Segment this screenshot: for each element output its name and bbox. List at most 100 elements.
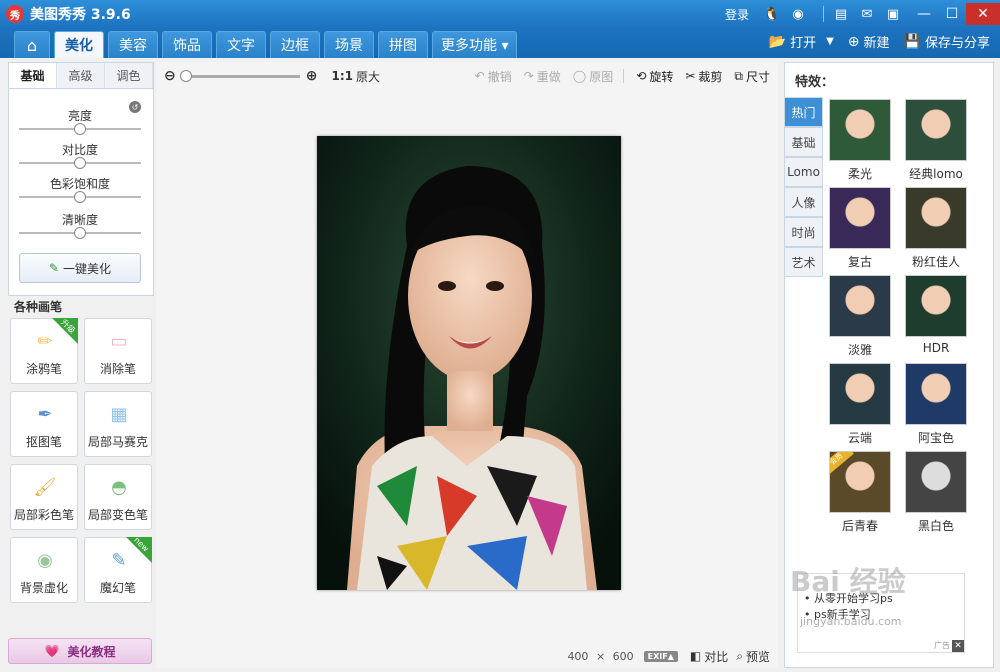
cutout-pen-icon: ✒ xyxy=(37,403,53,425)
effect-thumbnail[interactable]: 会员 xyxy=(829,451,891,513)
actual-size-label[interactable]: 原大 xyxy=(356,68,380,85)
preview-button[interactable]: ⌕ 预览 xyxy=(736,648,770,665)
subtab-2[interactable]: 调色 xyxy=(105,63,153,88)
effect-category-tab[interactable]: 时尚 xyxy=(785,217,823,247)
effect-category-tab[interactable]: 热门 xyxy=(785,97,823,127)
effect-item[interactable]: 黑白色 xyxy=(905,451,967,534)
open-button[interactable]: 📂 打开 ▼ xyxy=(769,32,834,52)
effect-category-tab[interactable]: 基础 xyxy=(785,127,823,157)
tab-7[interactable]: 拼图 xyxy=(378,31,428,58)
ad-close-icon[interactable]: ✕ xyxy=(952,640,964,652)
chevron-down-icon[interactable]: ▼ xyxy=(826,36,834,47)
slider-track[interactable] xyxy=(19,157,141,169)
effect-thumbnail[interactable] xyxy=(905,275,967,337)
open-label: 打开 xyxy=(790,36,817,51)
message-icon[interactable]: ✉ xyxy=(858,5,876,23)
effect-item[interactable]: 云端 xyxy=(829,363,891,446)
effect-thumbnail[interactable] xyxy=(905,363,967,425)
photo-canvas[interactable] xyxy=(317,136,621,590)
crop-button[interactable]: ✂ 裁剪 xyxy=(685,68,722,85)
rotate-icon: ⟲ xyxy=(636,69,647,83)
redo-button[interactable]: ↷ 重做 xyxy=(524,68,561,85)
effect-thumbnail[interactable] xyxy=(829,187,891,249)
tutorial-button[interactable]: 💗 美化教程 xyxy=(8,638,152,664)
effect-item[interactable]: 经典lomo xyxy=(905,99,967,182)
tab-3[interactable]: 饰品 xyxy=(162,31,212,58)
tab-8[interactable]: 更多功能 ▾ xyxy=(432,31,518,58)
slider-track[interactable] xyxy=(19,227,141,239)
slider-thumb[interactable] xyxy=(74,191,86,203)
slider-group: 清晰度 xyxy=(19,211,141,239)
resize-button[interactable]: ⧉ 尺寸 xyxy=(734,68,770,85)
adjust-subtabs: 基础 高级 调色 xyxy=(9,63,153,89)
tab-6[interactable]: 场景 xyxy=(324,31,374,58)
close-button[interactable]: ✕ xyxy=(966,3,1000,25)
slider-track[interactable] xyxy=(19,123,141,135)
zoom-slider[interactable] xyxy=(179,69,300,82)
effect-item[interactable]: 淡雅 xyxy=(829,275,891,358)
effect-thumbnail[interactable] xyxy=(829,99,891,161)
effect-category-tab[interactable]: 艺术 xyxy=(785,247,823,277)
settings-menu-icon[interactable]: ▣ xyxy=(884,5,902,23)
file-actions: 📂 打开 ▼ ⊕ 新建 💾 保存与分享 xyxy=(755,32,990,52)
slider-track[interactable] xyxy=(19,191,141,203)
effect-item[interactable]: 阿宝色 xyxy=(905,363,967,446)
weibo-icon[interactable]: ◉ xyxy=(789,5,807,23)
save-icon: 💾 xyxy=(903,33,921,50)
adjust-panel: 基础 高级 调色 ↺ 亮度 对比度 色彩饱和度 清晰度 ✎ 一键美化 xyxy=(8,62,154,296)
brush-button[interactable]: ▦ 局部马赛克 xyxy=(84,391,152,457)
slider-thumb[interactable] xyxy=(74,157,86,169)
login-link[interactable]: 登录 xyxy=(725,6,749,23)
effect-item[interactable]: 会员 后青春 xyxy=(829,451,891,534)
slider-thumb[interactable] xyxy=(74,123,86,135)
effect-item[interactable]: 柔光 xyxy=(829,99,891,182)
rotate-button[interactable]: ⟲ 旋转 xyxy=(636,68,673,85)
brush-button[interactable]: 🖌 局部彩色笔 xyxy=(10,464,78,530)
tab-2[interactable]: 美容 xyxy=(108,31,158,58)
one-key-beautify-button[interactable]: ✎ 一键美化 xyxy=(19,253,141,283)
brush-button[interactable]: ✒ 抠图笔 xyxy=(10,391,78,457)
effect-item[interactable]: 复古 xyxy=(829,187,891,270)
subtab-0[interactable]: 基础 xyxy=(9,63,57,88)
tab-5[interactable]: 边框 xyxy=(270,31,320,58)
tab-1[interactable]: 美化 xyxy=(54,31,104,58)
effect-category-tab[interactable]: 人像 xyxy=(785,187,823,217)
zoom-out-icon[interactable]: ⊖ xyxy=(164,68,176,84)
effect-thumbnail[interactable] xyxy=(905,99,967,161)
crop-label: 裁剪 xyxy=(698,69,723,84)
slider-thumb[interactable] xyxy=(74,227,86,239)
effect-thumbnail[interactable] xyxy=(905,187,967,249)
brush-button[interactable]: ◉ 背景虚化 xyxy=(10,537,78,603)
home-icon[interactable]: ⌂ xyxy=(14,31,50,58)
effect-thumbnail[interactable] xyxy=(829,275,891,337)
zoom-in-icon[interactable]: ⊕ xyxy=(306,68,318,84)
resize-label: 尺寸 xyxy=(745,69,770,84)
effect-item[interactable]: 粉红佳人 xyxy=(905,187,967,270)
slider-label: 色彩饱和度 xyxy=(49,177,110,191)
original-button[interactable]: ◯ 原图 xyxy=(573,68,613,85)
maximize-button[interactable]: ☐ xyxy=(938,3,966,25)
tab-4[interactable]: 文字 xyxy=(216,31,266,58)
brush-button[interactable]: ✎ 魔幻笔 new xyxy=(84,535,152,603)
save-share-button[interactable]: 💾 保存与分享 xyxy=(903,32,990,52)
skin-icon[interactable]: ▤ xyxy=(832,5,850,23)
exif-button[interactable]: EXIF▲ xyxy=(643,650,678,662)
qq-icon[interactable]: 🐧 xyxy=(763,5,781,23)
effect-thumbnail[interactable] xyxy=(829,363,891,425)
brush-button[interactable]: ✏ 涂鸦笔 升级 xyxy=(10,318,78,384)
toolbar-divider xyxy=(623,69,625,83)
original-label: 原图 xyxy=(589,69,614,84)
subtab-1[interactable]: 高级 xyxy=(57,63,105,88)
new-button[interactable]: ⊕ 新建 xyxy=(848,32,890,52)
compare-button[interactable]: ◧ 对比 xyxy=(690,648,728,665)
zoom-slider-thumb[interactable] xyxy=(179,69,192,82)
actual-size-button[interactable]: 1:1 xyxy=(331,69,353,83)
effect-item[interactable]: HDR xyxy=(905,275,967,355)
minimize-button[interactable]: — xyxy=(910,3,938,25)
brush-button[interactable]: ▭ 消除笔 xyxy=(84,318,152,384)
effect-category-tab[interactable]: Lomo xyxy=(785,157,823,187)
effect-thumbnail[interactable] xyxy=(905,451,967,513)
undo-button[interactable]: ↶ 撤销 xyxy=(475,68,512,85)
brush-button[interactable]: ◓ 局部变色笔 xyxy=(84,464,152,530)
compare-icon: ◧ xyxy=(689,649,702,663)
